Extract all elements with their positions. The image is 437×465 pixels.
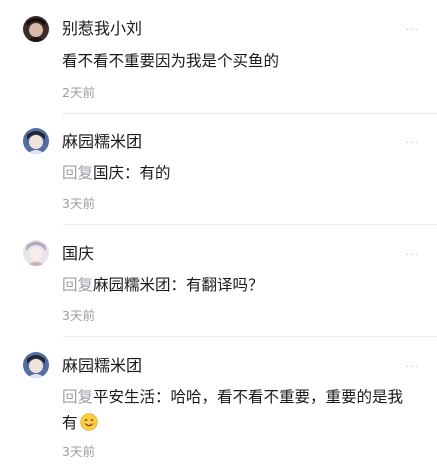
comment-item: 麻园糯米团 ··· 回复国庆：有的 3天前 <box>0 114 437 226</box>
reply-prefix: 回复 <box>62 276 94 294</box>
reply-target-user[interactable]: 国庆 <box>93 164 124 182</box>
timestamp: 3天前 <box>62 444 95 459</box>
timestamp: 2天前 <box>62 85 95 100</box>
comment-text: 回复平安生活：哈哈，看不看不重要，重要的是我有 <box>62 384 412 436</box>
username[interactable]: 国庆 <box>62 244 94 264</box>
avatar[interactable] <box>23 16 49 42</box>
comment-content: 看不看不重要因为我是个买鱼的 <box>62 52 280 70</box>
comment-content: ：有的 <box>124 164 171 182</box>
username[interactable]: 别惹我小刘 <box>62 19 142 39</box>
avatar[interactable] <box>23 128 49 154</box>
timestamp: 3天前 <box>62 196 95 211</box>
more-options-icon[interactable]: ··· <box>406 24 420 36</box>
comment-list: 别惹我小刘 ··· 看不看不重要因为我是个买鱼的 2天前 麻园糯米团 ··· 回… <box>0 0 437 465</box>
more-options-icon[interactable]: ··· <box>406 137 420 149</box>
comment-content: ：有翻译吗？ <box>170 276 264 294</box>
comment-item: 别惹我小刘 ··· 看不看不重要因为我是个买鱼的 2天前 <box>0 0 437 115</box>
comment-item: 麻园糯米团 ··· 回复平安生活：哈哈，看不看不重要，重要的是我有 3天前 <box>0 338 437 465</box>
avatar[interactable] <box>23 352 49 378</box>
comment-item: 国庆 ··· 回复麻园糯米团：有翻译吗？ 3天前 <box>0 226 437 338</box>
username[interactable]: 麻园糯米团 <box>62 132 142 152</box>
comment-text: 回复国庆：有的 <box>62 160 422 186</box>
divider <box>62 336 437 337</box>
smiling-face-emoji-icon <box>79 413 98 431</box>
more-options-icon[interactable]: ··· <box>406 361 420 373</box>
divider <box>62 224 437 225</box>
reply-prefix: 回复 <box>62 164 94 182</box>
more-options-icon[interactable]: ··· <box>406 249 420 261</box>
comment-text: 回复麻园糯米团：有翻译吗？ <box>62 272 422 298</box>
reply-prefix: 回复 <box>62 388 94 406</box>
timestamp: 3天前 <box>62 308 95 323</box>
avatar[interactable] <box>23 240 49 266</box>
reply-target-user[interactable]: 平安生活 <box>93 388 155 406</box>
reply-target-user[interactable]: 麻园糯米团 <box>93 276 171 294</box>
username[interactable]: 麻园糯米团 <box>62 356 142 376</box>
comment-text: 看不看不重要因为我是个买鱼的 <box>62 48 422 74</box>
